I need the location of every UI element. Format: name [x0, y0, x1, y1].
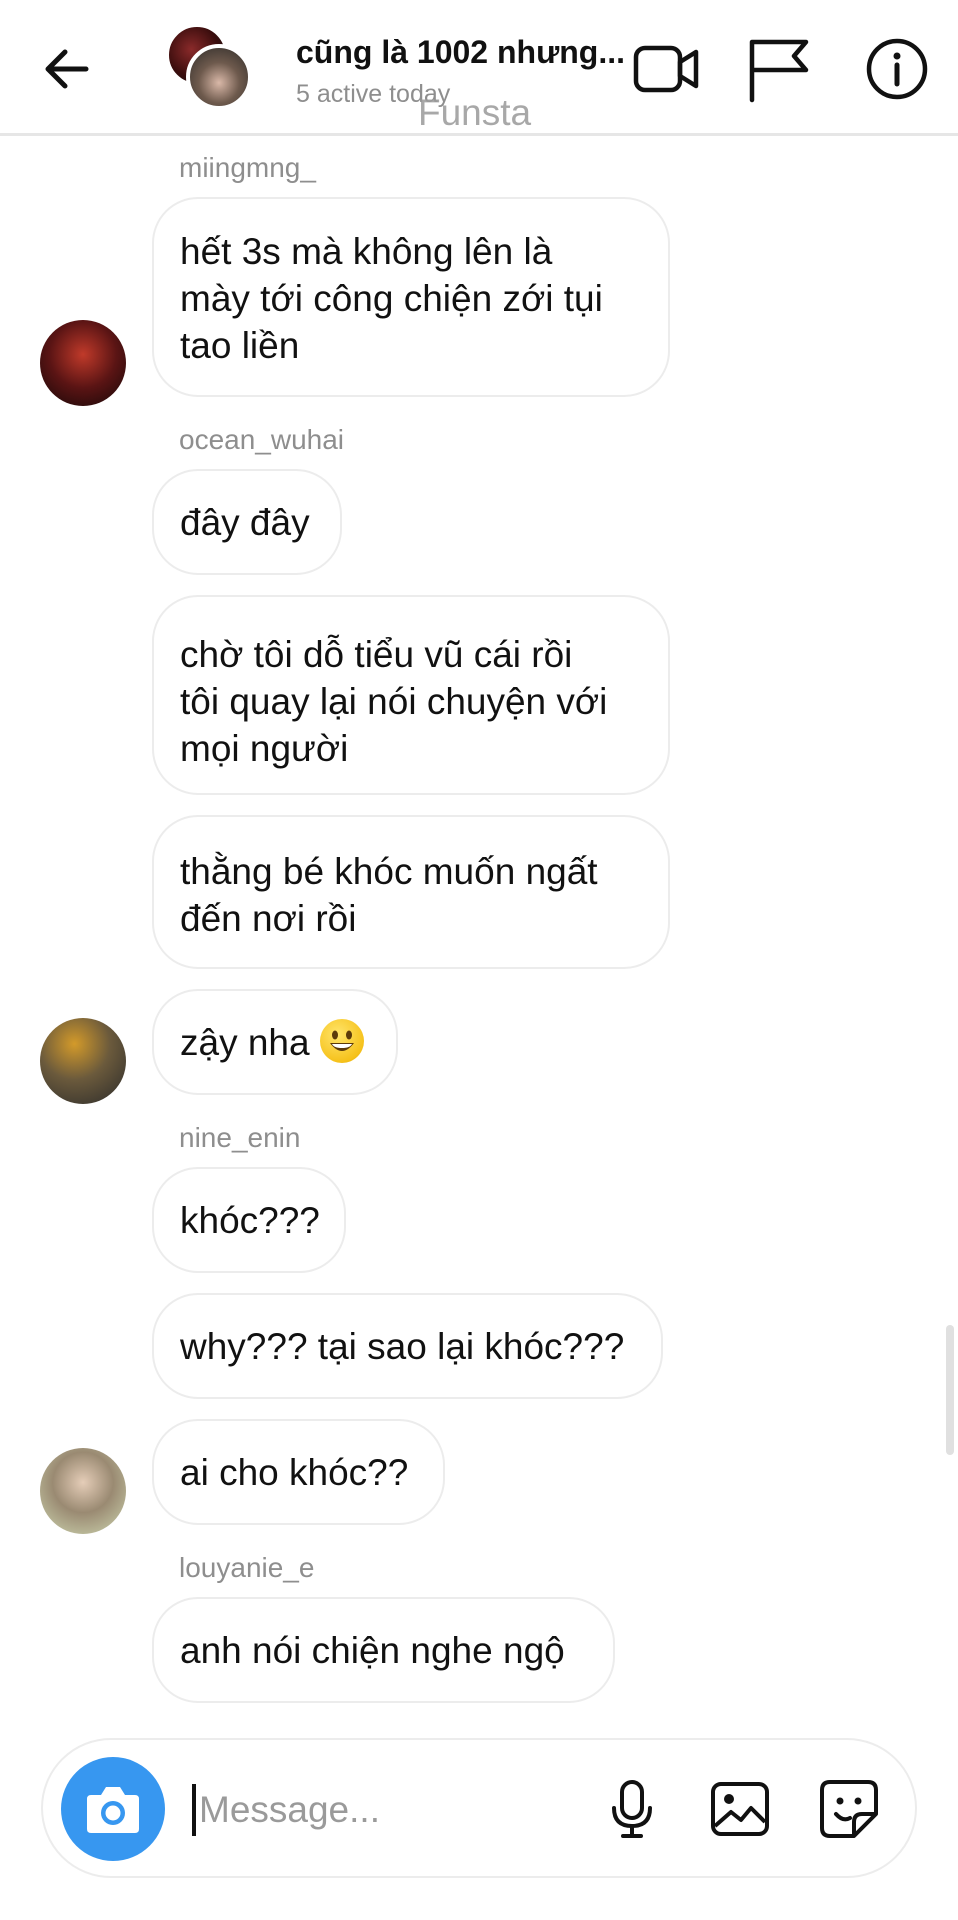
message-bubble[interactable]: chờ tôi dỗ tiểu vũ cái rồi tôi quay lại …: [152, 595, 670, 795]
info-button[interactable]: [862, 34, 932, 104]
message-bubble[interactable]: hết 3s mà không lên là mày tới công chiệ…: [152, 197, 670, 397]
chat-title[interactable]: cũng là 1002 nhưng...: [296, 34, 626, 71]
sticker-button[interactable]: [816, 1776, 882, 1842]
message-line: khóc???: [180, 1200, 320, 1241]
flag-icon: [749, 39, 809, 103]
info-icon: [866, 38, 928, 100]
message-bubble[interactable]: anh nói chiện nghe ngộ: [152, 1597, 615, 1703]
message-input[interactable]: [199, 1778, 579, 1842]
back-button[interactable]: [38, 40, 96, 98]
group-avatar[interactable]: [166, 24, 256, 114]
gallery-button[interactable]: [707, 1776, 773, 1842]
microphone-icon: [612, 1780, 652, 1838]
message-line: tao liền: [180, 325, 300, 366]
watermark: Funsta: [418, 92, 532, 133]
message-line: anh nói chiện nghe ngộ: [180, 1630, 565, 1671]
message-bubble[interactable]: đây đây: [152, 469, 342, 575]
message-line: mày tới công chiện zới tụi: [180, 278, 603, 319]
message-line: mọi người: [180, 728, 349, 769]
sender-avatar[interactable]: [40, 320, 126, 406]
gallery-icon: [711, 1782, 769, 1836]
chat-header: cũng là 1002 nhưng... 5 active today Fun…: [0, 0, 958, 136]
message-line: thằng bé khóc muốn ngất: [180, 851, 598, 892]
sender-avatar[interactable]: [40, 1448, 126, 1534]
message-line: ai cho khóc??: [180, 1452, 409, 1493]
grinning-face-emoji-icon: [319, 1019, 364, 1063]
text-caret: [192, 1784, 196, 1836]
message-bubble[interactable]: zậy nha: [152, 989, 398, 1095]
video-call-icon: [633, 45, 699, 93]
video-call-button[interactable]: [632, 34, 702, 104]
message-line: hết 3s mà không lên là: [180, 231, 553, 272]
back-arrow-icon: [45, 49, 89, 89]
message-line: chờ tôi dỗ tiểu vũ cái rồi: [180, 634, 573, 675]
report-flag-button[interactable]: [744, 34, 814, 104]
sticker-icon: [820, 1780, 878, 1838]
voice-message-button[interactable]: [599, 1776, 665, 1842]
sender-username[interactable]: louyanie_e: [179, 1552, 314, 1584]
sender-avatar[interactable]: [40, 1018, 126, 1104]
scrollbar[interactable]: [946, 1325, 954, 1455]
message-line: tôi quay lại nói chuyện với: [180, 681, 608, 722]
sender-username[interactable]: nine_enin: [179, 1122, 300, 1154]
message-line: đây đây: [180, 502, 310, 543]
sender-username[interactable]: miingmng_: [179, 152, 316, 184]
camera-button[interactable]: [61, 1757, 165, 1861]
sender-username[interactable]: ocean_wuhai: [179, 424, 344, 456]
message-composer: [41, 1738, 917, 1878]
camera-icon: [87, 1787, 139, 1833]
message-bubble[interactable]: thằng bé khóc muốn ngất đến nơi rồi: [152, 815, 670, 969]
message-bubble[interactable]: khóc???: [152, 1167, 346, 1273]
message-line: why??? tại sao lại khóc???: [180, 1326, 625, 1367]
message-line: zậy nha: [180, 1022, 310, 1063]
message-line: đến nơi rồi: [180, 898, 357, 939]
message-bubble[interactable]: why??? tại sao lại khóc???: [152, 1293, 663, 1399]
group-avatar-front: [186, 44, 252, 110]
message-bubble[interactable]: ai cho khóc??: [152, 1419, 445, 1525]
